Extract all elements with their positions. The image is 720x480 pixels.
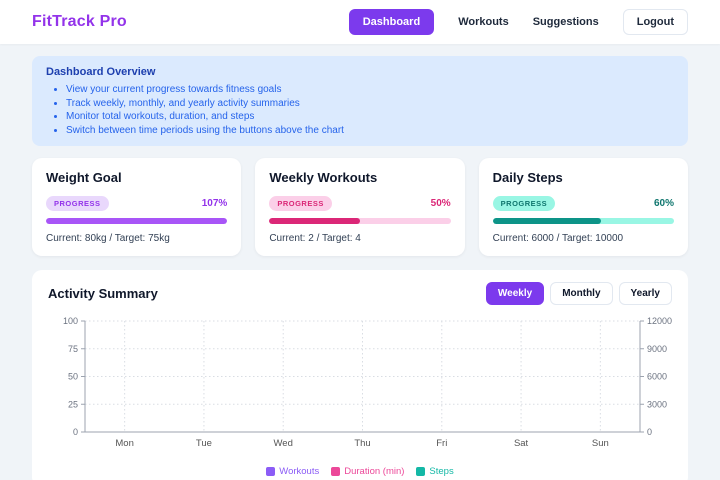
svg-text:9000: 9000: [647, 344, 667, 354]
svg-text:Mon: Mon: [115, 438, 133, 449]
progress-badge: PROGRESS: [46, 196, 109, 211]
overview-bullet-list: View your current progress towards fitne…: [46, 83, 674, 137]
goal-cards-row: Weight Goal PROGRESS 107% Current: 80kg …: [32, 158, 688, 256]
goal-detail: Current: 80kg / Target: 75kg: [46, 233, 227, 244]
nav-dashboard-button[interactable]: Dashboard: [349, 9, 434, 35]
period-yearly-button[interactable]: Yearly: [619, 282, 672, 305]
legend-item: Steps: [416, 466, 453, 477]
overview-bullet: Monitor total workouts, duration, and st…: [66, 110, 674, 124]
svg-text:0: 0: [647, 427, 652, 437]
main-content: Dashboard Overview View your current pro…: [0, 44, 720, 480]
overview-bullet: Switch between time periods using the bu…: [66, 124, 674, 138]
svg-text:100: 100: [63, 316, 78, 326]
app-logo: FitTrack Pro: [32, 13, 127, 31]
card-title: Weight Goal: [46, 170, 227, 185]
svg-text:25: 25: [68, 399, 78, 409]
legend-label: Steps: [429, 466, 453, 477]
progress-percent: 60%: [654, 198, 674, 209]
progress-badge: PROGRESS: [493, 196, 556, 211]
dashboard-overview-panel: Dashboard Overview View your current pro…: [32, 56, 688, 146]
activity-chart: 0 0 25 3000 50 6000 75 9000 100 12000 Mon Tue Wed Thu…: [48, 311, 672, 464]
legend-label: Workouts: [279, 466, 319, 477]
main-nav: Dashboard Workouts Suggestions Logout: [349, 9, 688, 35]
nav-suggestions-button[interactable]: Suggestions: [533, 16, 599, 28]
legend-swatch: [331, 467, 340, 476]
card-title: Weekly Workouts: [269, 170, 450, 185]
card-title: Daily Steps: [493, 170, 674, 185]
daily-steps-card: Daily Steps PROGRESS 60% Current: 6000 /…: [479, 158, 688, 256]
legend-label: Duration (min): [344, 466, 404, 477]
svg-text:Fri: Fri: [436, 438, 447, 449]
weekly-workouts-card: Weekly Workouts PROGRESS 50% Current: 2 …: [255, 158, 464, 256]
period-weekly-button[interactable]: Weekly: [486, 282, 544, 305]
progress-percent: 107%: [202, 198, 228, 209]
goal-detail: Current: 6000 / Target: 10000: [493, 233, 674, 244]
period-monthly-button[interactable]: Monthly: [550, 282, 612, 305]
chart-legend: Workouts Duration (min) Steps: [48, 466, 672, 477]
svg-text:Tue: Tue: [196, 438, 212, 449]
period-toggle-group: Weekly Monthly Yearly: [486, 282, 672, 305]
svg-text:50: 50: [68, 372, 78, 382]
chart-canvas: 0 0 25 3000 50 6000 75 9000 100 12000 Mon Tue Wed Thu…: [48, 311, 672, 459]
svg-text:6000: 6000: [647, 372, 667, 382]
legend-swatch: [416, 467, 425, 476]
progress-bar-track: [46, 218, 227, 224]
svg-text:Wed: Wed: [274, 438, 293, 449]
weight-goal-card: Weight Goal PROGRESS 107% Current: 80kg …: [32, 158, 241, 256]
svg-text:Thu: Thu: [354, 438, 370, 449]
svg-text:12000: 12000: [647, 316, 672, 326]
app-header: FitTrack Pro Dashboard Workouts Suggesti…: [0, 0, 720, 44]
app-window: FitTrack Pro Dashboard Workouts Suggesti…: [0, 0, 720, 480]
progress-bar-fill: [269, 218, 360, 224]
nav-workouts-button[interactable]: Workouts: [458, 16, 509, 28]
overview-bullet: Track weekly, monthly, and yearly activi…: [66, 97, 674, 111]
activity-summary-card: Activity Summary Weekly Monthly Yearly 0…: [32, 270, 688, 480]
overview-title: Dashboard Overview: [46, 66, 674, 78]
legend-swatch: [266, 467, 275, 476]
svg-text:Sat: Sat: [514, 438, 529, 449]
svg-text:3000: 3000: [647, 399, 667, 409]
goal-detail: Current: 2 / Target: 4: [269, 233, 450, 244]
progress-bar-track: [493, 218, 674, 224]
progress-percent: 50%: [431, 198, 451, 209]
svg-text:75: 75: [68, 344, 78, 354]
progress-bar-fill: [46, 218, 227, 224]
overview-bullet: View your current progress towards fitne…: [66, 83, 674, 97]
logout-button[interactable]: Logout: [623, 9, 688, 35]
svg-text:Sun: Sun: [592, 438, 609, 449]
progress-bar-fill: [493, 218, 602, 224]
progress-badge: PROGRESS: [269, 196, 332, 211]
activity-summary-title: Activity Summary: [48, 286, 158, 301]
legend-item: Duration (min): [331, 466, 404, 477]
legend-item: Workouts: [266, 466, 319, 477]
progress-bar-track: [269, 218, 450, 224]
svg-text:0: 0: [73, 427, 78, 437]
